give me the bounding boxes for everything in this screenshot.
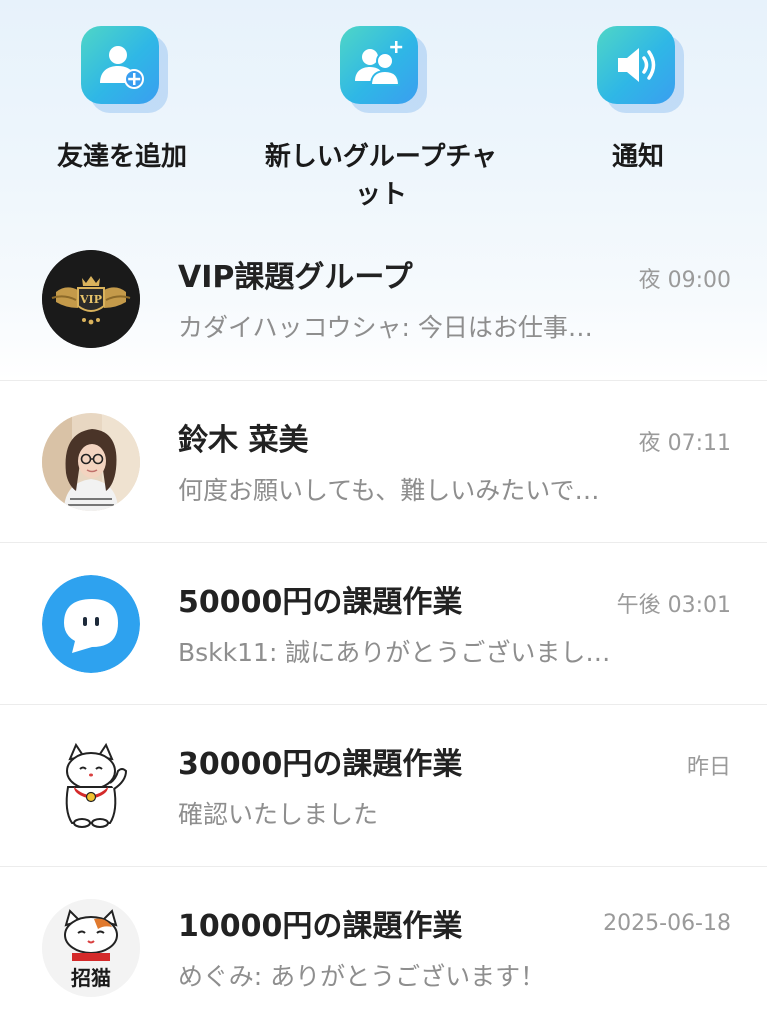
vip-badge-icon: VIP bbox=[42, 250, 140, 348]
notifications-label: 通知 bbox=[611, 142, 664, 172]
chat-row-vip-group[interactable]: VIP VIP課題グループ 夜 09:00 カダイハッコウシャ: 今日はお仕事… bbox=[0, 218, 767, 381]
chat-name: 50000円の課題作業 bbox=[178, 585, 463, 620]
svg-text:VIP: VIP bbox=[79, 293, 102, 306]
group-add-icon bbox=[355, 41, 403, 86]
chat-name: 鈴木 菜美 bbox=[178, 423, 309, 458]
new-group-tile bbox=[340, 26, 427, 113]
chat-time: 夜 09:00 bbox=[638, 268, 731, 293]
add-user-icon bbox=[100, 46, 144, 89]
chat-name: VIP課題グループ bbox=[178, 260, 413, 295]
chat-preview: めぐみ: ありがとうございます！ bbox=[178, 962, 546, 991]
chat-row-30000-task[interactable]: 30000円の課題作業 昨日 確認いたしました bbox=[0, 705, 767, 867]
chat-home-screen: 友達を追加 新しいグループチャット 通知 VIP VIP課題グループ 夜 09:… bbox=[0, 0, 767, 1024]
notifications-tile bbox=[597, 26, 684, 113]
new-group-chat-label: 新しいグループチャット bbox=[264, 142, 498, 210]
quick-actions: 友達を追加 新しいグループチャット 通知 bbox=[0, 0, 767, 230]
chat-time: 午後 03:01 bbox=[616, 593, 731, 618]
lucky-cat-sign-icon: 招猫 bbox=[42, 899, 140, 997]
notifications-button[interactable]: 通知 bbox=[508, 26, 767, 176]
chat-preview: Bskk11: 誠にありがとうございまし… bbox=[178, 638, 611, 667]
chat-time: 夜 07:11 bbox=[638, 431, 731, 456]
chat-preview: カダイハッコウシャ: 今日はお仕事… bbox=[178, 313, 593, 342]
new-group-chat-button[interactable]: 新しいグループチャット bbox=[251, 26, 511, 214]
chat-name: 10000円の課題作業 bbox=[178, 909, 463, 944]
chat-row-50000-task[interactable]: 50000円の課題作業 午後 03:01 Bskk11: 誠にありがとうございま… bbox=[0, 543, 767, 705]
chat-name: 30000円の課題作業 bbox=[178, 747, 463, 782]
chat-list: VIP VIP課題グループ 夜 09:00 カダイハッコウシャ: 今日はお仕事… bbox=[0, 218, 767, 1024]
add-friend-tile bbox=[81, 26, 168, 113]
speaker-icon bbox=[618, 48, 656, 82]
chat-preview: 確認いたしました bbox=[178, 800, 379, 829]
chat-row-suzuki-nami[interactable]: 鈴木 菜美 夜 07:11 何度お願いしても、難しいみたいで… bbox=[0, 381, 767, 543]
chat-bubble-icon bbox=[42, 575, 140, 673]
chat-row-10000-task[interactable]: 招猫 10000円の課題作業 2025-06-18 めぐみ: ありがとうございま… bbox=[0, 867, 767, 1024]
add-friend-button[interactable]: 友達を追加 bbox=[0, 26, 252, 176]
chat-preview: 何度お願いしても、難しいみたいで… bbox=[178, 476, 600, 505]
chat-time: 2025-06-18 bbox=[603, 911, 731, 936]
svg-text:招猫: 招猫 bbox=[71, 966, 111, 990]
add-friend-label: 友達を追加 bbox=[56, 142, 187, 172]
lucky-cat-icon bbox=[42, 737, 140, 835]
woman-photo bbox=[42, 413, 140, 511]
chat-time: 昨日 bbox=[686, 755, 731, 780]
